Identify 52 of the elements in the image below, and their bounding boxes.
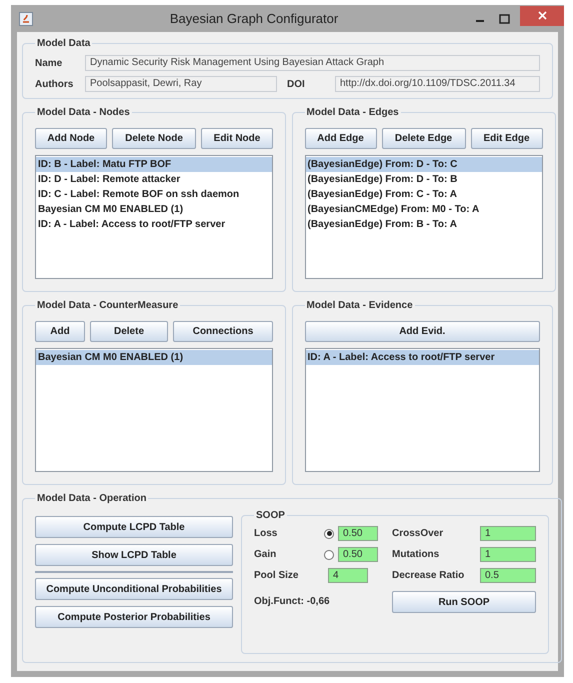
number-field[interactable]: 0.50 [338,547,378,562]
toolbar-button[interactable]: Connections [173,321,273,342]
run-button[interactable]: Run SOOP [392,591,536,613]
toolbar-button[interactable]: Delete [90,321,168,342]
java-icon [19,12,33,26]
group-title: Model Data - CounterMeasure [36,299,180,313]
toolbar-button[interactable]: Edit Node [201,128,273,149]
group-title: SOOP [255,509,286,523]
group-title: Model Data - Edges [306,106,400,120]
group-title: Model Data [36,37,92,51]
window-title: Bayesian Graph Configurator [168,10,340,28]
group-title: Model Data - Nodes [36,106,131,120]
radio-button[interactable] [324,528,334,538]
field-label: Name [35,56,64,70]
field-label: CrossOver [392,527,444,541]
action-button[interactable]: Compute Posterior Probabilities [35,606,233,628]
field-label: Decrease Ratio [392,569,466,583]
number-field[interactable]: 1 [480,547,536,562]
text-field[interactable]: http://dx.doi.org/10.1109/TDSC.2011.34 [335,76,540,92]
field-label: Pool Size [254,569,300,583]
close-icon [538,11,546,20]
maximize-icon[interactable] [499,14,510,24]
number-field[interactable]: 4 [328,568,368,583]
field-label: Gain [254,548,278,562]
toolbar-button[interactable]: Add [35,321,85,342]
group-title: Model Data - Evidence [306,299,414,313]
text-field[interactable]: Dynamic Security Risk Management Using Bayesian Attack Graph [85,55,540,71]
action-button[interactable]: Compute LCPD Table [35,516,233,538]
field-label: DOI [287,78,306,92]
toolbar-button[interactable]: Delete Node [112,128,196,149]
list-item[interactable]: ID: A - Label: Access to root/FTP server [306,350,539,365]
objective-value: Obj.Funct: -0,66 [254,595,331,609]
text-field[interactable]: Poolsappasit, Dewri, Ray [85,76,277,92]
number-field[interactable]: 0.5 [480,568,536,583]
action-button[interactable]: Compute Unconditional Probabilities [35,578,233,600]
list-item[interactable]: Bayesian CM M0 ENABLED (1) [36,350,272,365]
field-label: Mutations [392,548,440,562]
toolbar-button[interactable]: Add Edge [304,128,376,149]
radio-button[interactable] [324,550,334,560]
toolbar-button[interactable]: Add Evid. [304,321,540,342]
action-button[interactable]: Show LCPD Table [35,544,233,566]
number-field[interactable]: 0.50 [338,526,378,541]
toolbar-button[interactable]: Add Node [35,128,107,149]
number-field[interactable]: 1 [480,526,536,541]
toolbar-button[interactable]: Edit Edge [470,128,542,149]
group-title: Model Data - Operation [36,492,148,506]
list-item[interactable]: ID: B - Label: Matu FTP BOF [36,157,272,172]
close-button[interactable] [520,6,564,26]
field-label: Loss [254,527,278,541]
field-label: Authors [35,78,74,92]
toolbar-button[interactable]: Delete Edge [382,128,466,149]
list-item[interactable]: (BayesianEdge) From: D - To: C [306,157,542,172]
